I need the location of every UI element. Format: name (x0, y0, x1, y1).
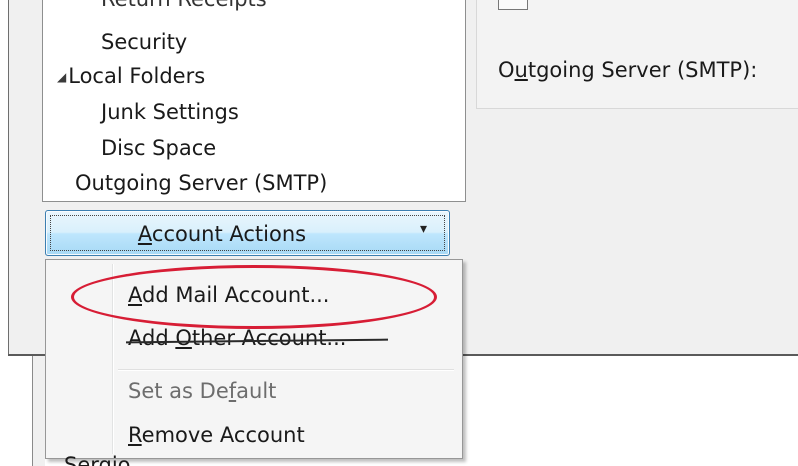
dropdown-arrow-icon: ▾ (419, 221, 427, 237)
menu-item-set-as-default: Set as Default (128, 379, 277, 403)
tree-item-label: Junk Settings (101, 100, 239, 124)
menu-separator (118, 369, 454, 371)
account-actions-label: Account Actions (137, 222, 307, 246)
tree-item-junk-settings[interactable]: Junk Settings (101, 99, 239, 125)
tree-item-label: Security (101, 30, 188, 54)
settings-panel (476, 0, 798, 109)
dialog-left-border (8, 0, 9, 355)
menu-item-add-other-account[interactable]: Add Other Account... (128, 325, 346, 351)
triangle-expanded-icon[interactable]: ◢ (57, 64, 66, 90)
tree-item-local-folders[interactable]: ◢Local Folders (57, 63, 205, 90)
tree-item-security[interactable]: Security (101, 29, 187, 55)
tree-item-label: Disc Space (101, 136, 217, 160)
menu-item-remove-account[interactable]: Remove Account (128, 422, 305, 448)
checkbox-partial[interactable] (498, 0, 528, 10)
outgoing-server-label: Outgoing Server (SMTP): (498, 58, 758, 82)
tree-item-label: Outgoing Server (SMTP) (75, 171, 328, 195)
red-highlight-ellipse (71, 265, 437, 329)
tree-item-outgoing-server[interactable]: Outgoing Server (SMTP) (75, 170, 327, 196)
background-list-label: Sergio (64, 453, 131, 466)
tree-item-return-receipts[interactable]: Return Receipts (101, 0, 267, 12)
background-window-edge (32, 356, 45, 466)
tree-item-label: Return Receipts (101, 0, 267, 11)
settings-panel-cut-row (498, 0, 798, 12)
account-actions-button[interactable]: Account Actions ▾ (45, 210, 450, 256)
background-list-item: Sergio (64, 452, 131, 466)
tree-item-label: Local Folders (68, 64, 206, 88)
tree-item-disc-space[interactable]: Disc Space (101, 135, 216, 161)
account-tree[interactable]: Return Receipts Security ◢Local Folders … (42, 0, 466, 202)
